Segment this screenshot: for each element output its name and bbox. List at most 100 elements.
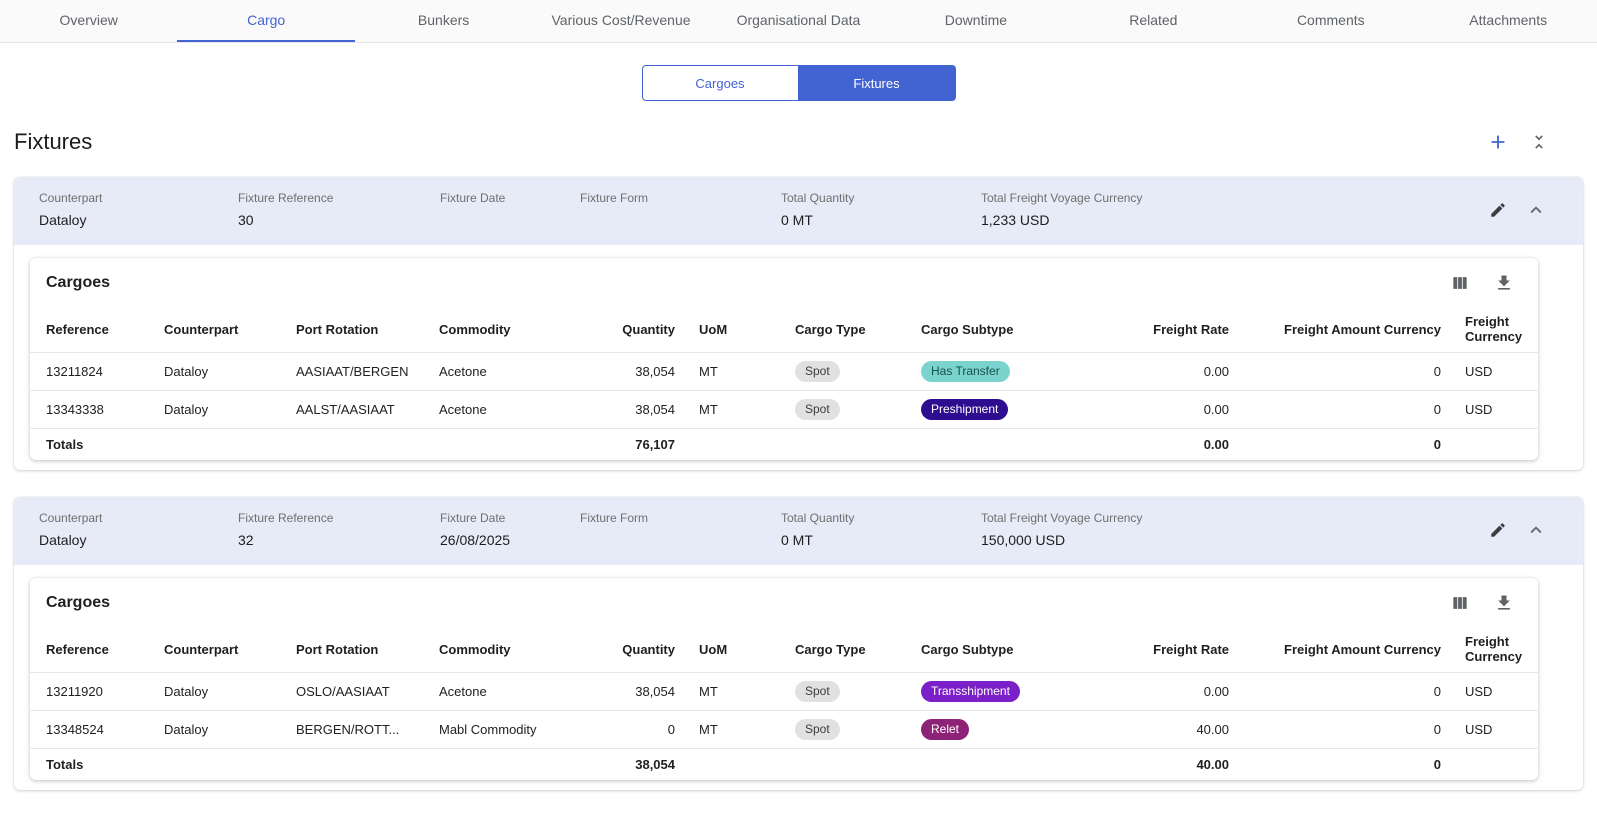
counterpart-label: Counterpart — [39, 191, 238, 205]
download-button[interactable] — [1494, 593, 1514, 613]
tab-bunkers[interactable]: Bunkers — [355, 0, 532, 42]
cargo-subtype-chip: Transshipment — [921, 681, 1020, 702]
tab-downtime[interactable]: Downtime — [887, 0, 1064, 42]
cargo-subtype-chip: Has Transfer — [921, 361, 1010, 382]
totals-row: Totals38,05440.000 — [30, 749, 1538, 781]
cell-uom: MT — [687, 673, 783, 711]
table-row[interactable]: 13211920DataloyOSLO/AASIAATAcetone38,054… — [30, 673, 1538, 711]
fixture-card: Counterpart Dataloy Fixture Reference 32… — [14, 497, 1583, 790]
total-freight-label: Total Freight Voyage Currency — [981, 511, 1489, 525]
column-header-port-rotation: Port Rotation — [284, 306, 427, 353]
fixture-form-field: Fixture Form — [580, 191, 781, 229]
cargo-type-chip: Spot — [795, 681, 840, 702]
cell-freight-rate: 0.00 — [1091, 391, 1241, 429]
cell-quantity: 38,054 — [589, 749, 687, 781]
cell-counterpart — [152, 429, 284, 461]
toggle-cargoes[interactable]: Cargoes — [642, 65, 799, 101]
total-freight-field: Total Freight Voyage Currency 150,000 US… — [981, 511, 1489, 549]
fixture-reference-field: Fixture Reference 30 — [238, 191, 440, 229]
counterpart-field: Counterpart Dataloy — [39, 511, 238, 549]
add-fixture-button[interactable] — [1487, 131, 1509, 153]
table-row[interactable]: 13343338DataloyAALST/AASIAATAcetone38,05… — [30, 391, 1538, 429]
tab-related[interactable]: Related — [1065, 0, 1242, 42]
total-quantity-field: Total Quantity 0 MT — [781, 511, 981, 549]
counterpart-field: Counterpart Dataloy — [39, 191, 238, 229]
cell-counterpart: Dataloy — [152, 673, 284, 711]
cell-reference: 13211824 — [30, 353, 152, 391]
column-header-cargo-subtype: Cargo Subtype — [909, 626, 1091, 673]
column-header-uom: UoM — [687, 306, 783, 353]
cell-counterpart — [152, 749, 284, 781]
cell-port-rotation: AALST/AASIAAT — [284, 391, 427, 429]
column-header-cargo-subtype: Cargo Subtype — [909, 306, 1091, 353]
cell-cargo-type: Spot — [783, 673, 909, 711]
column-header-reference: Reference — [30, 306, 152, 353]
download-icon — [1494, 593, 1514, 613]
fixture-form-field: Fixture Form — [580, 511, 781, 549]
cell-commodity — [427, 749, 589, 781]
column-header-cargo-type: Cargo Type — [783, 626, 909, 673]
cell-cargo-subtype — [909, 429, 1091, 461]
cell-commodity: Acetone — [427, 353, 589, 391]
top-tab-bar: Overview Cargo Bunkers Various Cost/Reve… — [0, 0, 1597, 43]
table-row[interactable]: 13211824DataloyAASIAAT/BERGENAcetone38,0… — [30, 353, 1538, 391]
tab-comments[interactable]: Comments — [1242, 0, 1419, 42]
cell-uom: MT — [687, 353, 783, 391]
cell-port-rotation: OSLO/AASIAAT — [284, 673, 427, 711]
download-icon — [1494, 273, 1514, 293]
cell-freight-amount-currency: 0 — [1241, 749, 1453, 781]
cargo-type-chip: Spot — [795, 719, 840, 740]
cell-freight-amount-currency: 0 — [1241, 353, 1453, 391]
cell-freight-currency: USD — [1453, 711, 1538, 749]
collapse-fixture-button[interactable] — [1525, 199, 1547, 221]
fixture-reference-field: Fixture Reference 32 — [238, 511, 440, 549]
cell-cargo-type — [783, 429, 909, 461]
counterpart-value: Dataloy — [39, 212, 238, 229]
column-header-freight-amount-currency: Freight Amount Currency — [1241, 306, 1453, 353]
cell-commodity — [427, 429, 589, 461]
cell-quantity: 76,107 — [589, 429, 687, 461]
total-freight-value: 150,000 USD — [981, 532, 1489, 549]
download-button[interactable] — [1494, 273, 1514, 293]
cell-cargo-type: Spot — [783, 353, 909, 391]
table-header-row: ReferenceCounterpartPort RotationCommodi… — [30, 626, 1538, 673]
cell-uom: MT — [687, 711, 783, 749]
column-header-freight-amount-currency: Freight Amount Currency — [1241, 626, 1453, 673]
cell-port-rotation: BERGEN/ROTT... — [284, 711, 427, 749]
cell-freight-currency: USD — [1453, 673, 1538, 711]
tab-attachments[interactable]: Attachments — [1420, 0, 1597, 42]
tab-various-cost-revenue[interactable]: Various Cost/Revenue — [532, 0, 709, 42]
edit-fixture-button[interactable] — [1489, 521, 1507, 539]
cargoes-table: ReferenceCounterpartPort RotationCommodi… — [30, 306, 1538, 460]
tab-cargo[interactable]: Cargo — [177, 0, 354, 42]
total-quantity-field: Total Quantity 0 MT — [781, 191, 981, 229]
tab-organisational-data[interactable]: Organisational Data — [710, 0, 887, 42]
edit-fixture-button[interactable] — [1489, 201, 1507, 219]
fixture-reference-value: 32 — [238, 532, 440, 549]
cell-uom: MT — [687, 391, 783, 429]
columns-button[interactable] — [1450, 273, 1470, 293]
fixture-header: Counterpart Dataloy Fixture Reference 32… — [14, 497, 1583, 565]
tab-overview[interactable]: Overview — [0, 0, 177, 42]
cell-reference: 13348524 — [30, 711, 152, 749]
column-header-port-rotation: Port Rotation — [284, 626, 427, 673]
columns-button[interactable] — [1450, 593, 1470, 613]
toggle-fixtures[interactable]: Fixtures — [799, 65, 956, 101]
page-header: Fixtures — [0, 101, 1597, 171]
cell-freight-currency — [1453, 749, 1538, 781]
unfold-less-icon — [1529, 132, 1549, 152]
table-row[interactable]: 13348524DataloyBERGEN/ROTT...Mabl Commod… — [30, 711, 1538, 749]
cell-freight-rate: 0.00 — [1091, 429, 1241, 461]
fixture-date-label: Fixture Date — [440, 191, 580, 205]
cell-uom — [687, 749, 783, 781]
collapse-fixture-button[interactable] — [1525, 519, 1547, 541]
cell-quantity: 38,054 — [589, 673, 687, 711]
cell-freight-amount-currency: 0 — [1241, 711, 1453, 749]
cell-counterpart: Dataloy — [152, 391, 284, 429]
total-quantity-value: 0 MT — [781, 212, 981, 229]
cell-cargo-subtype — [909, 749, 1091, 781]
cell-cargo-subtype: Transshipment — [909, 673, 1091, 711]
view-toggle-wrap: Cargoes Fixtures — [0, 65, 1597, 101]
collapse-all-button[interactable] — [1529, 132, 1549, 152]
cell-freight-currency: USD — [1453, 353, 1538, 391]
